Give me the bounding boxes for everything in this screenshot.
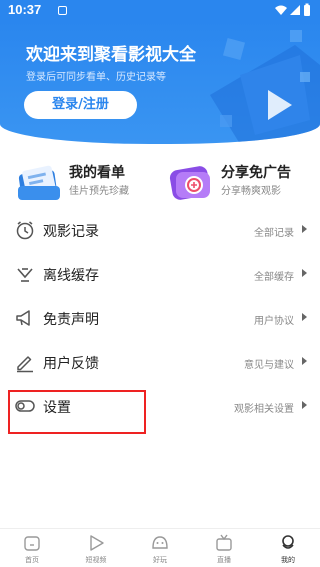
status-time: 10:37 — [8, 2, 42, 17]
watchlist-desc: 佳片预先珍藏 — [69, 186, 129, 197]
bookmark-list-icon — [18, 165, 60, 200]
tab-short-video[interactable]: 短视频 — [64, 529, 128, 567]
profile-icon — [282, 535, 294, 549]
tab-mine[interactable]: 我的 — [256, 529, 320, 567]
tab-label: 好玩 — [153, 556, 167, 564]
chevron-right-icon — [302, 269, 307, 277]
chevron-right-icon — [302, 313, 307, 321]
welcome-title: 欢迎来到聚看影视大全 — [26, 45, 196, 65]
tab-label: 短视频 — [85, 556, 107, 564]
share-desc: 分享畅爽观影 — [221, 186, 281, 197]
tab-label: 首页 — [25, 556, 39, 564]
menu-label: 免责声明 — [43, 312, 99, 328]
share-coin-icon — [169, 166, 211, 200]
system-status-icons — [275, 3, 310, 16]
profile-header: 欢迎来到聚看影视大全 登录后可同步看单、历史记录等 登录/注册 — [0, 20, 320, 144]
tab-label: 直播 — [217, 556, 231, 564]
menu-disclaimer[interactable]: 免责声明 用户协议 — [0, 296, 320, 340]
chevron-right-icon — [302, 401, 307, 409]
menu-label: 观影记录 — [43, 224, 99, 240]
menu-label: 离线缓存 — [43, 268, 99, 284]
menu-feedback[interactable]: 用户反馈 意见与建议 — [0, 340, 320, 384]
download-icon — [17, 268, 33, 282]
chevron-right-icon — [302, 357, 307, 365]
tab-live[interactable]: 直播 — [192, 529, 256, 567]
clock-icon — [16, 221, 34, 240]
tab-home[interactable]: 首页 — [0, 529, 64, 567]
tab-label: 我的 — [281, 556, 295, 564]
home-icon — [24, 536, 40, 551]
share-no-ads-button[interactable]: 分享免广告 分享畅爽观影 — [168, 160, 308, 204]
share-title: 分享免广告 — [221, 165, 291, 181]
play-icon — [90, 535, 104, 551]
bottom-tab-bar: 首页 短视频 好玩 直播 我的 — [0, 528, 320, 567]
menu-hint: 全部缓存 — [254, 272, 294, 283]
tab-fun[interactable]: 好玩 — [128, 529, 192, 567]
menu-hint: 观影相关设置 — [234, 404, 294, 415]
tv-icon — [216, 534, 232, 551]
menu-offline-cache[interactable]: 离线缓存 全部缓存 — [0, 252, 320, 296]
login-register-button[interactable]: 登录/注册 — [24, 91, 137, 119]
pencil-icon — [17, 356, 33, 373]
my-watchlist-button[interactable]: 我的看单 佳片预先珍藏 — [16, 160, 156, 204]
chevron-right-icon — [302, 225, 307, 233]
menu-hint: 全部记录 — [254, 228, 294, 239]
menu-hint: 用户协议 — [254, 316, 294, 327]
status-bar: 10:37 — [0, 0, 320, 20]
video-decoration-icon — [210, 30, 320, 144]
welcome-subtitle: 登录后可同步看单、历史记录等 — [26, 72, 166, 83]
notification-icon — [58, 6, 67, 15]
menu-label: 用户反馈 — [43, 356, 99, 372]
fun-icon — [152, 536, 168, 549]
menu-hint: 意见与建议 — [244, 360, 294, 371]
annotation-highlight-settings — [8, 390, 146, 434]
menu-watch-history[interactable]: 观影记录 全部记录 — [0, 208, 320, 252]
megaphone-icon — [16, 310, 30, 326]
watchlist-title: 我的看单 — [69, 165, 125, 181]
